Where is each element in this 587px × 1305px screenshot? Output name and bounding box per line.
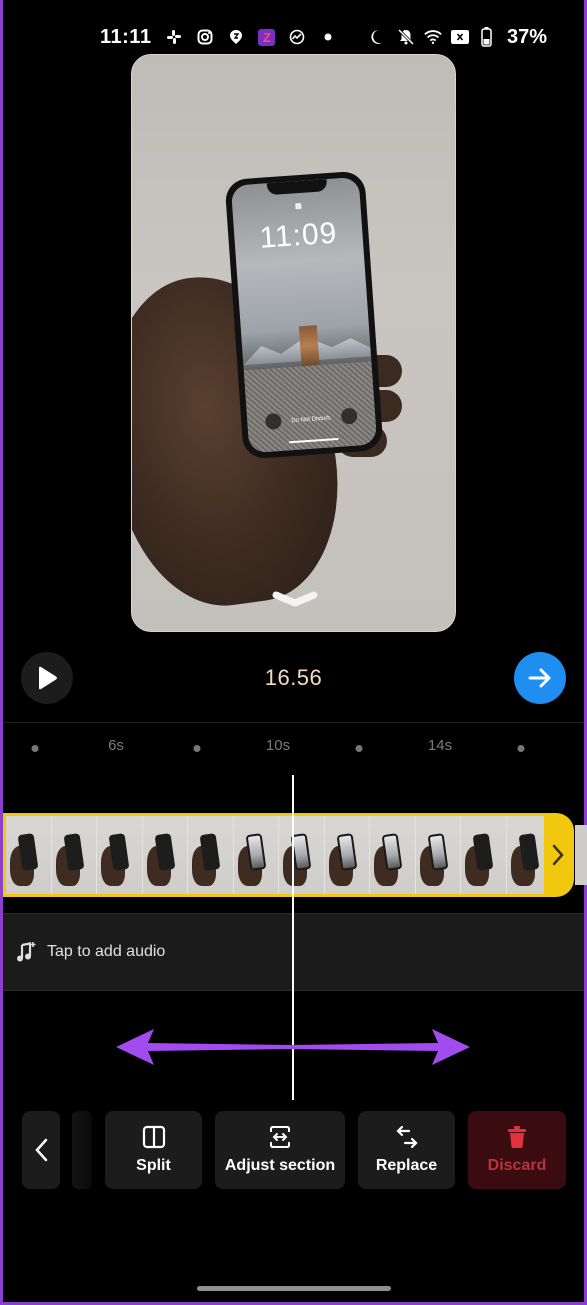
arrow-right-icon [528, 668, 551, 688]
discard-button[interactable]: Discard [468, 1111, 566, 1189]
next-clip-peek[interactable] [575, 825, 587, 885]
notification-icons: Z [165, 28, 337, 46]
ruler-dot [31, 745, 39, 752]
scrolled-tool-edge [72, 1111, 92, 1189]
video-clip-track[interactable] [3, 813, 574, 897]
split-button[interactable]: Split [105, 1111, 202, 1189]
next-button[interactable] [514, 652, 566, 704]
dot-icon [319, 28, 337, 46]
current-time: 16.56 [264, 665, 323, 690]
replace-button[interactable]: Replace [358, 1111, 455, 1189]
system-icons: 37% [370, 26, 547, 49]
zomato-icon: Z [258, 28, 276, 46]
clip-frame-thumbnail [142, 816, 188, 894]
edit-toolbar: Split Adjust section Replace Discard [0, 1111, 587, 1189]
clip-frame-thumbnail [6, 816, 52, 894]
bell-muted-icon [397, 28, 415, 46]
slack-icon [165, 28, 183, 46]
temple [298, 325, 320, 367]
chevron-right-icon [552, 844, 564, 866]
status-time: 11:11 [100, 25, 152, 48]
trash-icon [508, 1126, 526, 1148]
clip-frame-thumbnail [97, 816, 143, 894]
preview-phone: 11:09 Do Not Disturb [224, 170, 384, 460]
ruler-dot [517, 745, 525, 752]
divider [3, 722, 584, 723]
adjust-section-button[interactable]: Adjust section [215, 1111, 345, 1189]
adjust-section-label: Adjust section [224, 1157, 336, 1174]
clip-frame-thumbnail [461, 816, 507, 894]
gesture-nav-bar[interactable] [197, 1286, 391, 1291]
time-ruler: 6s 10s 14s [0, 737, 587, 761]
clip-frame-thumbnail [370, 816, 416, 894]
toolbar-back-button[interactable] [22, 1111, 60, 1189]
clip-frames [6, 816, 544, 894]
chevron-left-icon [35, 1138, 48, 1162]
replace-icon [395, 1125, 418, 1149]
clip-frame-thumbnail [51, 816, 97, 894]
moon-icon [370, 28, 388, 46]
video-preview[interactable]: 11:09 Do Not Disturb [131, 54, 456, 632]
basecamp-icon [288, 28, 306, 46]
battery-percent: 37% [506, 25, 547, 48]
split-label: Split [136, 1157, 171, 1174]
wifi-icon [424, 28, 442, 46]
clip-frame-thumbnail [188, 816, 234, 894]
instagram-icon [196, 28, 214, 46]
battery-icon [478, 27, 496, 47]
lock-screen-time: 11:09 [258, 216, 339, 255]
clip-frame-thumbnail [324, 816, 370, 894]
lock-icon [295, 202, 302, 210]
clip-frame-thumbnail [415, 816, 461, 894]
discard-label: Discard [487, 1157, 547, 1174]
no-sim-icon [450, 28, 469, 46]
ruler-tick: 10s [265, 737, 291, 754]
swiggy-icon [227, 28, 245, 46]
music-add-icon [17, 942, 36, 962]
add-audio-label: Tap to add audio [47, 943, 166, 960]
split-icon [142, 1125, 165, 1149]
double-arrow-annotation [116, 1029, 470, 1065]
status-bar: 11:11 Z 37% [100, 22, 547, 52]
replace-label: Replace [375, 1157, 438, 1174]
ruler-dot [355, 745, 363, 752]
clip-frame-thumbnail [233, 816, 279, 894]
clip-trim-handle[interactable] [542, 813, 574, 897]
adjust-section-icon [270, 1126, 290, 1148]
clip-frame-thumbnail [279, 816, 325, 894]
phone-notch [266, 179, 328, 196]
ruler-tick: 14s [427, 737, 453, 754]
phone-lock-screen: 11:09 Do Not Disturb [230, 176, 378, 454]
ruler-dot [193, 745, 201, 752]
ruler-tick: 6s [108, 737, 124, 754]
clip-frame-thumbnail [506, 816, 544, 894]
chevron-down-icon[interactable] [270, 590, 320, 610]
